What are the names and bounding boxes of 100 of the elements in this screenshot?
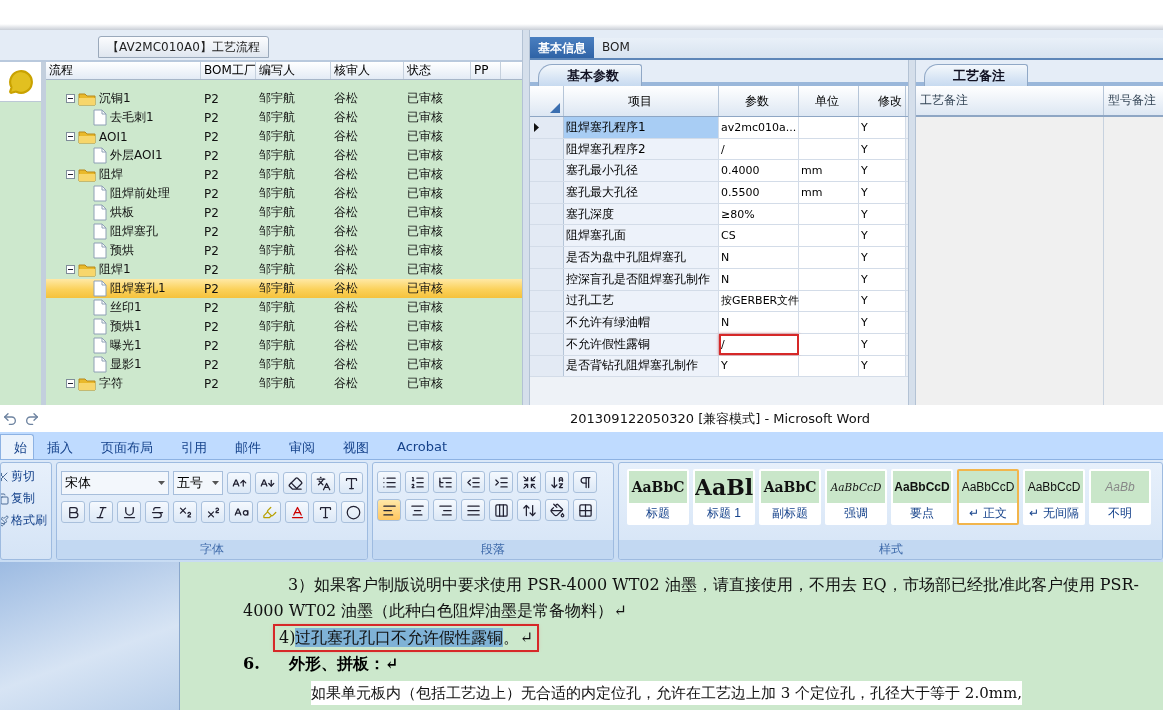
ribbon-tab[interactable]: 插入 xyxy=(46,434,74,459)
tree-row[interactable]: 阻焊塞孔 P2 邹宇航 谷松 已审核 xyxy=(46,222,522,241)
pilcrow-button[interactable] xyxy=(573,471,597,493)
ribbon-tab[interactable]: 引用 xyxy=(180,434,208,459)
tree-row[interactable]: 沉铜1 P2 邹宇航 谷松 已审核 xyxy=(46,89,522,108)
clipboard-button[interactable]: 复制 xyxy=(1,489,47,508)
column-header[interactable]: BOM工厂 xyxy=(201,62,256,79)
tree-row[interactable]: 去毛刺1 P2 邹宇航 谷松 已审核 xyxy=(46,108,522,127)
tree-row[interactable]: 外层AOI1 P2 邹宇航 谷松 已审核 xyxy=(46,146,522,165)
eraser-button[interactable] xyxy=(283,472,307,494)
underline-button[interactable] xyxy=(117,501,141,523)
clipboard-button[interactable]: 格式刷 xyxy=(1,511,47,530)
collapse-icon[interactable] xyxy=(66,265,75,274)
tree-row[interactable]: 预烘1 P2 邹宇航 谷松 已审核 xyxy=(46,317,522,336)
borders-button[interactable] xyxy=(573,499,597,521)
style-tile[interactable]: AaBbCcD 要点 xyxy=(891,469,953,525)
paint-bucket-button[interactable] xyxy=(545,499,569,521)
ribbon-tab[interactable]: 邮件 xyxy=(234,434,262,459)
tree-row[interactable]: 阻焊塞孔1 P2 邹宇航 谷松 已审核 xyxy=(46,279,522,298)
column-header[interactable]: PP xyxy=(471,62,501,79)
line-spacing-button[interactable] xyxy=(517,499,541,521)
style-tile[interactable]: AaBb 不明 xyxy=(1089,469,1151,525)
font-size-field[interactable]: 五号 xyxy=(173,471,223,495)
outdent-button[interactable] xyxy=(461,471,485,493)
dropdown-caret-icon[interactable] xyxy=(158,481,166,485)
indent-button[interactable] xyxy=(489,471,513,493)
align-justify-button[interactable] xyxy=(461,499,485,521)
multilevel-list-button[interactable] xyxy=(433,471,457,493)
style-tile[interactable]: AaBbCcD ↵ 正文 xyxy=(957,469,1019,525)
column-header[interactable]: 项目 xyxy=(564,86,719,116)
sub-tab[interactable]: 基本参数 xyxy=(538,64,642,86)
column-header[interactable]: 参数 xyxy=(719,86,799,116)
bordered-letter-button[interactable] xyxy=(339,472,363,494)
sub-tab[interactable]: 工艺备注 xyxy=(924,64,1028,86)
case-button[interactable] xyxy=(229,501,253,523)
heading: 外形、拼板：↵ xyxy=(289,654,399,675)
shrink-font-button[interactable] xyxy=(255,472,279,494)
align-left-button[interactable] xyxy=(377,499,401,521)
column-header[interactable]: 修改 xyxy=(859,86,906,116)
collapse-icon[interactable] xyxy=(66,170,75,179)
ribbon-tab[interactable]: Acrobat xyxy=(396,434,449,459)
table-cell: N xyxy=(719,247,799,268)
ribbon-tab[interactable]: 页面布局 xyxy=(100,434,154,459)
table-cell-text: 已审核 xyxy=(406,223,444,240)
asian-layout-button[interactable] xyxy=(517,471,541,493)
tree-row[interactable]: 预烘 P2 邹宇航 谷松 已审核 xyxy=(46,241,522,260)
bold-button[interactable] xyxy=(61,501,85,523)
ribbon-tab[interactable]: 始 xyxy=(0,434,34,459)
font-color-button[interactable] xyxy=(285,501,309,523)
collapse-icon[interactable] xyxy=(66,132,75,141)
font-name-field[interactable]: 宋体 xyxy=(61,471,170,495)
bullet-list-button[interactable] xyxy=(377,471,401,493)
panel-title-tab[interactable]: 【AV2MC010A0】工艺流程 xyxy=(98,36,269,58)
dropdown-caret-icon[interactable] xyxy=(212,481,219,485)
tree-row[interactable]: 丝印1 P2 邹宇航 谷松 已审核 xyxy=(46,298,522,317)
tree-item-label: 外层AOI1 xyxy=(110,147,163,164)
column-header[interactable]: 流程 xyxy=(46,62,201,79)
tree-row[interactable]: 阻焊1 P2 邹宇航 谷松 已审核 xyxy=(46,260,522,279)
grow-font-button[interactable] xyxy=(227,472,251,494)
style-tile[interactable]: AaBl 标题 1 xyxy=(693,469,755,525)
strikethrough-button[interactable] xyxy=(145,501,169,523)
tree-row[interactable]: 字符 P2 邹宇航 谷松 已审核 xyxy=(46,374,522,393)
tree-row[interactable]: AOI1 P2 邹宇航 谷松 已审核 xyxy=(46,127,522,146)
column-header[interactable]: 核审人 xyxy=(331,62,404,79)
italic-button[interactable] xyxy=(89,501,113,523)
column-header[interactable]: 型号备注 xyxy=(1104,86,1163,115)
redo-icon[interactable] xyxy=(24,410,40,427)
shaded-letter-button[interactable] xyxy=(313,501,337,523)
align-center-button[interactable] xyxy=(405,499,429,521)
row-header[interactable] xyxy=(530,117,564,138)
column-header[interactable]: 工艺备注 xyxy=(916,86,1104,115)
sort-button[interactable] xyxy=(545,471,569,493)
subscript-button[interactable] xyxy=(173,501,197,523)
style-tile[interactable]: AaBbCcD 强调 xyxy=(825,469,887,525)
column-header[interactable]: 状态 xyxy=(404,62,471,79)
distribute-button[interactable] xyxy=(489,499,513,521)
align-right-button[interactable] xyxy=(433,499,457,521)
clipboard-button[interactable]: 剪切 xyxy=(1,467,47,486)
column-header[interactable]: 单位 xyxy=(799,86,859,116)
tab[interactable]: BOM xyxy=(594,37,638,58)
tree-row[interactable]: 显影1 P2 邹宇航 谷松 已审核 xyxy=(46,355,522,374)
numbered-list-button[interactable] xyxy=(405,471,429,493)
tree-row[interactable]: 阻焊前处理 P2 邹宇航 谷松 已审核 xyxy=(46,184,522,203)
style-tile[interactable]: AaBbC 副标题 xyxy=(759,469,821,525)
tab[interactable]: 基本信息 xyxy=(530,37,594,58)
tree-row[interactable]: 阻焊 P2 邹宇航 谷松 已审核 xyxy=(46,165,522,184)
undo-icon[interactable] xyxy=(2,410,18,427)
style-tile[interactable]: AaBbCcD ↵ 无间隔 xyxy=(1023,469,1085,525)
column-header[interactable]: 编写人 xyxy=(256,62,331,79)
superscript-button[interactable] xyxy=(201,501,225,523)
ribbon-tab[interactable]: 视图 xyxy=(342,434,370,459)
enclose-button[interactable] xyxy=(341,501,365,523)
collapse-icon[interactable] xyxy=(66,379,75,388)
tree-row[interactable]: 曝光1 P2 邹宇航 谷松 已审核 xyxy=(46,336,522,355)
phonetic-button[interactable] xyxy=(311,472,335,494)
style-tile[interactable]: AaBbC 标题 xyxy=(627,469,689,525)
ribbon-tab[interactable]: 审阅 xyxy=(288,434,316,459)
collapse-icon[interactable] xyxy=(66,94,75,103)
tree-row[interactable]: 烘板 P2 邹宇航 谷松 已审核 xyxy=(46,203,522,222)
table-cell-text: P2 xyxy=(203,376,220,391)
